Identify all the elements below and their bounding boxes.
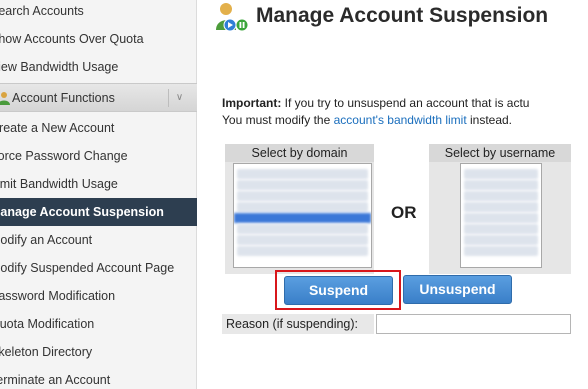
username-select-header: Select by username	[429, 144, 571, 162]
sidebar-item-view-bandwidth-usage[interactable]: View Bandwidth Usage	[0, 53, 197, 81]
sidebar-item-label: Manage Account Suspension	[0, 205, 164, 219]
username-select-list[interactable]	[460, 163, 542, 268]
list-item[interactable]	[237, 235, 368, 245]
list-item[interactable]	[237, 180, 368, 190]
notice-strong: Important:	[222, 96, 282, 110]
sidebar-item-label: Limit Bandwidth Usage	[0, 177, 118, 191]
notice-text: If you try to unsuspend an account that …	[281, 96, 530, 110]
sidebar-item-label: Modify Suspended Account Page	[0, 261, 175, 275]
notice-line-1: Important: If you try to unsuspend an ac…	[222, 95, 588, 112]
sidebar-item-limit-bandwidth-usage[interactable]: Limit Bandwidth Usage	[0, 170, 197, 198]
notice-text: instead.	[466, 113, 513, 127]
sidebar-item-label: Terminate an Account	[0, 373, 111, 387]
sidebar-item-manage-account-suspension[interactable]: Manage Account Suspension	[0, 198, 197, 226]
suspend-button[interactable]: Suspend	[284, 276, 393, 305]
sidebar-item-create-account[interactable]: Create a New Account	[0, 114, 197, 142]
reason-input[interactable]	[376, 314, 571, 334]
sidebar-item-label: Force Password Change	[0, 149, 128, 163]
notice-text: You must modify the	[222, 113, 334, 127]
important-notice: Important: If you try to unsuspend an ac…	[222, 95, 588, 129]
sidebar-group-label: Account Functions	[12, 91, 115, 105]
or-label: OR	[391, 203, 417, 222]
unsuspend-button[interactable]: Unsuspend	[403, 275, 512, 304]
list-item[interactable]	[237, 246, 368, 256]
list-item[interactable]	[464, 180, 538, 190]
sidebar-item-label: Modify an Account	[0, 233, 93, 247]
sidebar-item-modify-suspended-account-page[interactable]: Modify Suspended Account Page	[0, 254, 197, 282]
account-suspension-icon	[216, 3, 248, 32]
list-item[interactable]	[464, 169, 538, 179]
list-item[interactable]	[237, 191, 368, 201]
sidebar-item-label: Create a New Account	[0, 121, 115, 135]
sidebar-item-force-password-change[interactable]: Force Password Change	[0, 142, 197, 170]
sidebar-item-quota-modification[interactable]: Quota Modification	[0, 310, 197, 338]
notice-line-2: You must modify the account's bandwidth …	[222, 112, 588, 129]
list-item[interactable]	[237, 202, 368, 212]
chevron-down-icon[interactable]: ∨	[168, 89, 190, 107]
sidebar-item-skeleton-directory[interactable]: Skeleton Directory	[0, 338, 197, 366]
list-item-selected[interactable]	[234, 213, 371, 223]
sidebar: Search Accounts Show Accounts Over Quota…	[0, 0, 197, 389]
list-item[interactable]	[237, 224, 368, 234]
reason-label: Reason (if suspending):	[222, 314, 374, 334]
list-item[interactable]	[464, 246, 538, 256]
sidebar-group-account-functions[interactable]: Account Functions ∨	[0, 83, 197, 112]
list-item[interactable]	[464, 224, 538, 234]
sidebar-item-label: View Bandwidth Usage	[0, 60, 119, 74]
list-item[interactable]	[464, 235, 538, 245]
sidebar-item-terminate-account[interactable]: Terminate an Account	[0, 366, 197, 389]
sidebar-item-password-modification[interactable]: Password Modification	[0, 282, 197, 310]
list-item[interactable]	[464, 191, 538, 201]
sidebar-item-label: Show Accounts Over Quota	[0, 32, 144, 46]
sidebar-item-modify-account[interactable]: Modify an Account	[0, 226, 197, 254]
domain-select-list[interactable]	[233, 163, 372, 268]
sidebar-item-label: Password Modification	[0, 289, 116, 303]
sidebar-item-search-accounts[interactable]: Search Accounts	[0, 0, 197, 25]
list-item[interactable]	[464, 202, 538, 212]
page-title: Manage Account Suspension	[256, 4, 549, 27]
domain-select-header: Select by domain	[225, 144, 374, 162]
list-item[interactable]	[464, 213, 538, 223]
bandwidth-limit-link[interactable]: account's bandwidth limit	[334, 113, 467, 127]
sidebar-item-show-accounts-over-quota[interactable]: Show Accounts Over Quota	[0, 25, 197, 53]
sidebar-item-label: Search Accounts	[0, 4, 84, 18]
user-icon	[0, 92, 10, 105]
list-item[interactable]	[237, 169, 368, 179]
sidebar-item-label: Skeleton Directory	[0, 345, 93, 359]
sidebar-item-label: Quota Modification	[0, 317, 95, 331]
